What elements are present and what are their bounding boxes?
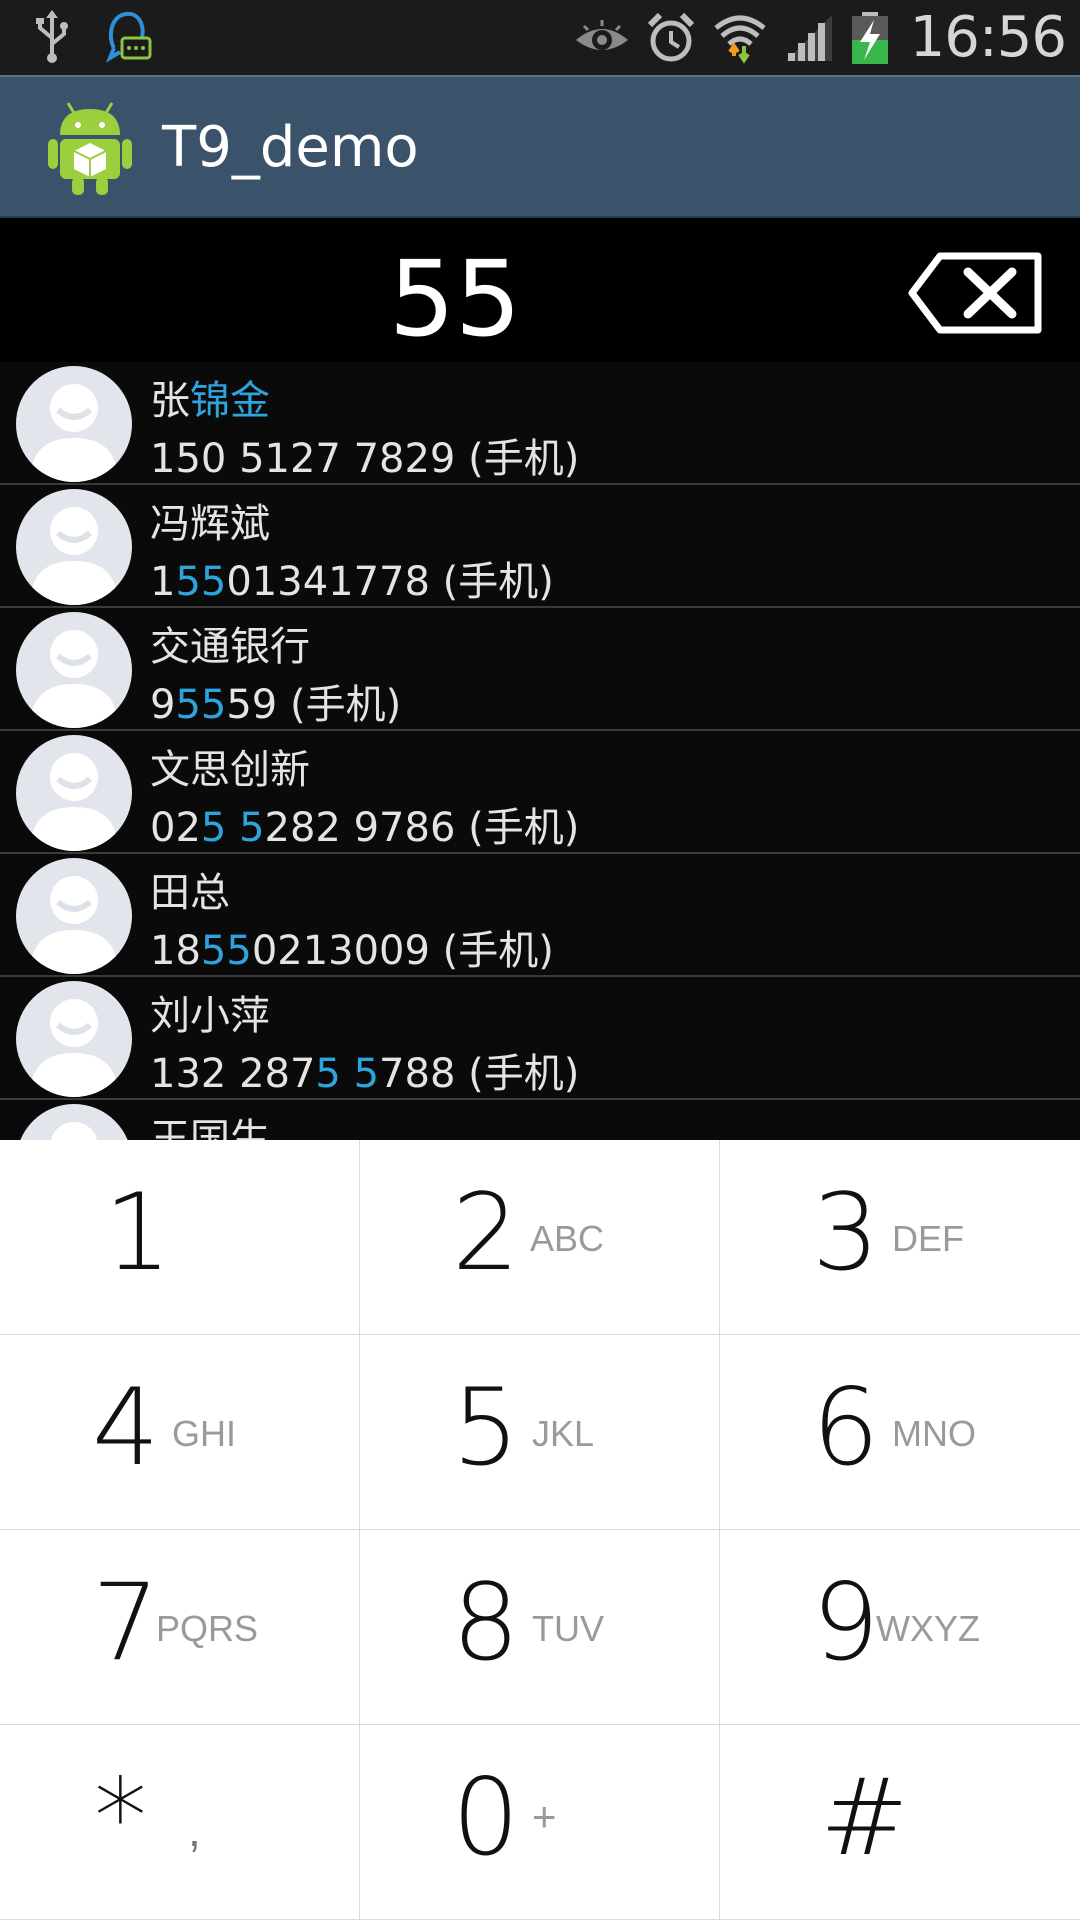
contact-name: 冯辉斌 <box>150 501 270 547</box>
key-digit: 0 <box>452 1756 520 1879</box>
phone-segment: 150 5127 7829 (手机) <box>150 436 580 482</box>
phone-segment-highlight: 55 <box>175 559 227 605</box>
key-letters: , <box>188 1804 201 1856</box>
dial-keypad: 1 2 ABC 3 DEF 4 GHI 5 JKL 6 MNO 7 PQRS 8… <box>0 1140 1080 1920</box>
key-letters: JKL <box>532 1413 595 1454</box>
contact-name: 张锦金 <box>150 368 270 426</box>
phone-segment: 282 9786 (手机) <box>264 805 580 851</box>
name-plain: 张 <box>150 378 190 424</box>
phone-segment: 01341778 (手机) <box>226 559 554 605</box>
phone-segment: 1 <box>150 559 176 605</box>
name-highlight: 锦金 <box>190 378 270 424</box>
status-time: 16:56 <box>909 5 1067 70</box>
avatar <box>16 612 132 728</box>
key-letters: TUV <box>532 1608 604 1649</box>
dial-input-row: 55 <box>0 218 1080 362</box>
key-2[interactable]: 2 ABC <box>360 1140 720 1335</box>
key-letters: + <box>532 1793 557 1840</box>
phone-segment: 02 <box>150 805 201 851</box>
avatar <box>16 858 132 974</box>
contact-item[interactable]: 交通银行 95559 (手机) <box>0 608 1080 731</box>
battery-charging-icon <box>850 10 890 66</box>
contact-phone: 132 2875 5788 (手机) <box>150 1041 579 1099</box>
phone-segment: 132 287 <box>150 1051 316 1097</box>
backspace-icon <box>908 252 1042 334</box>
backspace-button[interactable] <box>908 252 1044 334</box>
contact-name: 刘小萍 <box>150 993 270 1039</box>
key-digit: 4 <box>92 1366 160 1489</box>
avatar <box>16 489 132 605</box>
status-left-icons <box>34 8 152 64</box>
key-0[interactable]: 0 + <box>360 1725 720 1920</box>
key-7[interactable]: 7 PQRS <box>0 1530 360 1725</box>
key-digit: 8 <box>452 1561 520 1684</box>
contact-name: 田总 <box>150 870 230 916</box>
key-6[interactable]: 6 MNO <box>720 1335 1080 1530</box>
contact-item[interactable]: 王国生 <box>0 1100 1080 1140</box>
phone-segment: 18 <box>150 928 201 974</box>
contact-list[interactable]: 张锦金 150 5127 7829 (手机) 冯辉斌 15501341778 (… <box>0 362 1080 1140</box>
phone-segment: 9 <box>150 682 176 728</box>
key-8[interactable]: 8 TUV <box>360 1530 720 1725</box>
contact-item[interactable]: 冯辉斌 15501341778 (手机) <box>0 485 1080 608</box>
avatar <box>16 735 132 851</box>
contact-phone: 025 5282 9786 (手机) <box>150 795 579 853</box>
contact-item[interactable]: 张锦金 150 5127 7829 (手机) <box>0 362 1080 485</box>
key-digit: 2 <box>452 1171 520 1294</box>
key-digit: 7 <box>92 1561 160 1684</box>
contact-item[interactable]: 文思创新 025 5282 9786 (手机) <box>0 731 1080 854</box>
key-letters: ABC <box>530 1218 605 1259</box>
eye-icon <box>574 18 630 58</box>
key-4[interactable]: 4 GHI <box>0 1335 360 1530</box>
phone-segment-highlight: 55 <box>175 682 227 728</box>
key-9[interactable]: 9 WXYZ <box>720 1530 1080 1725</box>
contact-phone: 150 5127 7829 (手机) <box>150 426 579 484</box>
phone-segment: 0213009 (手机) <box>251 928 554 974</box>
android-app-icon <box>46 99 134 197</box>
key-digit: 5 <box>452 1366 520 1489</box>
dial-input[interactable]: 55 <box>0 238 910 360</box>
contact-phone: 15501341778 (手机) <box>150 549 554 607</box>
status-bar: 16:56 <box>0 0 1080 75</box>
status-right-icons: 16:56 <box>574 0 1067 75</box>
avatar <box>16 981 132 1097</box>
key-5[interactable]: 5 JKL <box>360 1335 720 1530</box>
key-1[interactable]: 1 <box>0 1140 360 1335</box>
key-star[interactable]: * , <box>0 1725 360 1920</box>
contact-name: 交通银行 <box>150 624 310 670</box>
contact-name: 文思创新 <box>150 747 310 793</box>
signal-icon <box>784 13 834 63</box>
key-hash[interactable]: # <box>720 1725 1080 1920</box>
wifi-icon <box>712 10 768 66</box>
key-digit: # <box>820 1756 909 1879</box>
contact-item[interactable]: 田总 18550213009 (手机) <box>0 854 1080 977</box>
key-digit: 1 <box>104 1171 172 1294</box>
key-digit: 9 <box>812 1561 880 1684</box>
phone-segment: 788 (手机) <box>379 1051 580 1097</box>
key-letters: PQRS <box>156 1608 259 1649</box>
contact-phone: 18550213009 (手机) <box>150 918 554 976</box>
avatar <box>16 366 132 482</box>
phone-segment-highlight: 5 5 <box>200 805 265 851</box>
key-3[interactable]: 3 DEF <box>720 1140 1080 1335</box>
key-digit: * <box>94 1756 147 1879</box>
key-digit: 6 <box>812 1366 880 1489</box>
contact-name: 王国生 <box>150 1116 270 1140</box>
app-title: T9_demo <box>162 115 419 180</box>
key-letters: WXYZ <box>876 1608 980 1649</box>
phone-segment: 59 (手机) <box>226 682 402 728</box>
avatar <box>16 1104 132 1140</box>
phone-segment-highlight: 55 <box>200 928 252 974</box>
usb-icon <box>34 8 70 64</box>
key-letters: MNO <box>892 1413 976 1454</box>
action-bar: T9_demo <box>0 75 1080 218</box>
key-letters: DEF <box>892 1218 964 1259</box>
contact-item[interactable]: 刘小萍 132 2875 5788 (手机) <box>0 977 1080 1100</box>
qq-message-icon <box>104 8 152 64</box>
key-letters: GHI <box>172 1413 237 1454</box>
alarm-icon <box>646 11 696 65</box>
contact-phone: 95559 (手机) <box>150 672 401 730</box>
key-digit: 3 <box>812 1171 880 1294</box>
phone-segment-highlight: 5 5 <box>315 1051 380 1097</box>
